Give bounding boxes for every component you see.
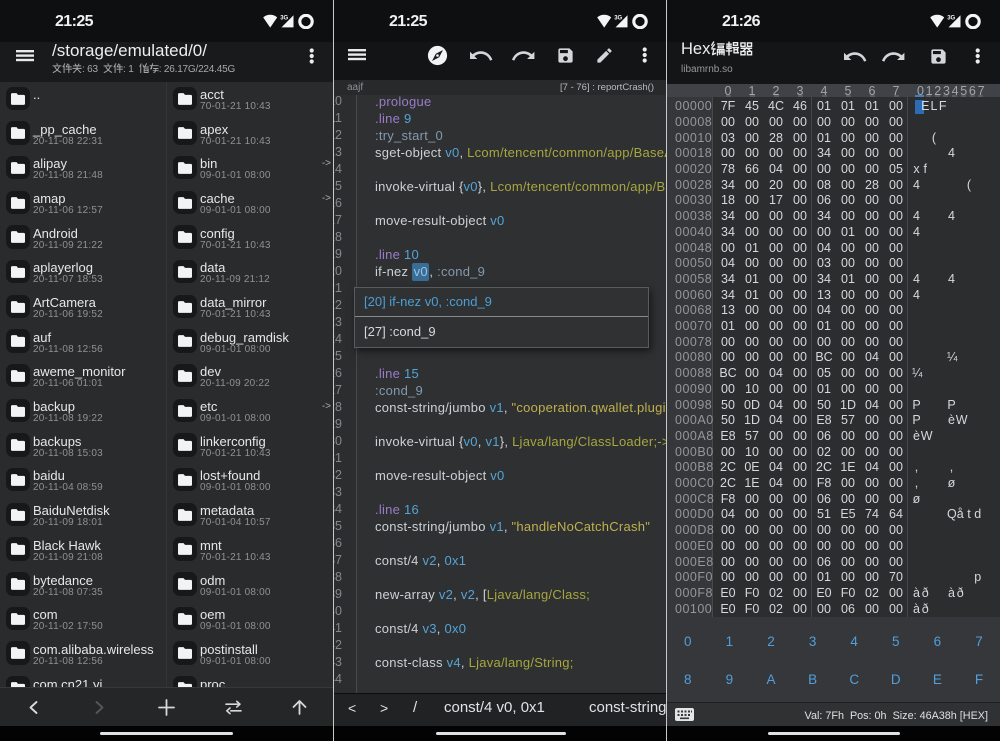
svg-text:3G: 3G	[947, 16, 955, 22]
svg-text:3G: 3G	[614, 16, 622, 22]
svg-text:3G: 3G	[280, 16, 288, 22]
